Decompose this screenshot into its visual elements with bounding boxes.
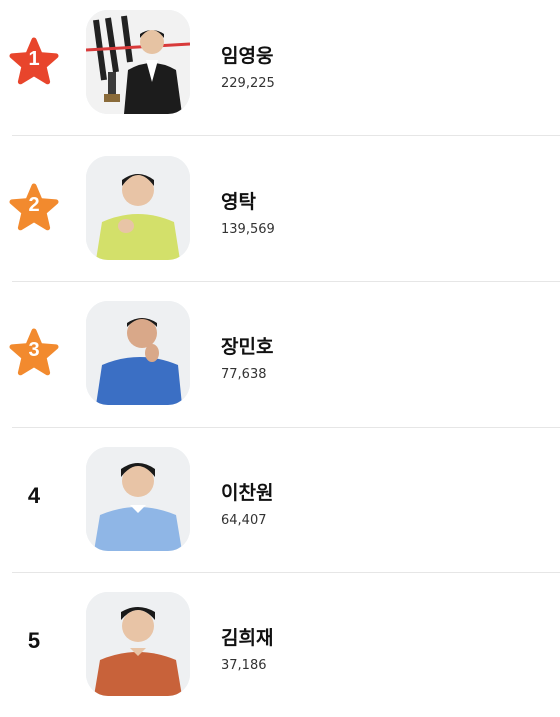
vote-count: 139,569 — [221, 222, 275, 237]
person-photo-icon — [86, 301, 190, 405]
artist-name[interactable]: 이찬원 — [221, 478, 273, 505]
row-divider — [12, 427, 560, 428]
rank-number: 5 — [27, 628, 41, 653]
row-divider — [12, 135, 560, 136]
avatar[interactable] — [86, 592, 190, 696]
avatar[interactable] — [86, 10, 190, 114]
row-divider — [12, 281, 560, 282]
rank-number: 4 — [27, 483, 41, 508]
rank-number: 3 — [28, 339, 40, 361]
person-photo-icon — [86, 10, 190, 114]
rank-number: 1 — [28, 48, 40, 70]
artist-name[interactable]: 장민호 — [221, 332, 273, 359]
ranking-row[interactable]: 1 임영웅 229,225 — [0, 0, 560, 135]
artist-name[interactable]: 김희재 — [221, 623, 273, 650]
ranking-row[interactable]: 2 영탁 139,569 — [0, 136, 560, 281]
avatar[interactable] — [86, 301, 190, 405]
ranking-row[interactable]: 5 김희재 37,186 — [0, 572, 560, 717]
avatar[interactable] — [86, 447, 190, 551]
avatar[interactable] — [86, 156, 190, 260]
vote-count: 77,638 — [221, 367, 267, 382]
row-divider — [12, 572, 560, 573]
person-photo-icon — [86, 447, 190, 551]
vote-count: 64,407 — [221, 513, 267, 528]
vote-count: 229,225 — [221, 76, 275, 91]
person-photo-icon — [86, 592, 190, 696]
person-photo-icon — [86, 156, 190, 260]
artist-name[interactable]: 임영웅 — [221, 41, 273, 68]
vote-count: 37,186 — [221, 658, 267, 673]
ranking-list: 1 임영웅 229,225 2 영탁 139,569 3 장민호 77,638 … — [0, 0, 560, 710]
ranking-row[interactable]: 4 이찬원 64,407 — [0, 427, 560, 572]
ranking-row[interactable]: 3 장민호 77,638 — [0, 281, 560, 426]
artist-name[interactable]: 영탁 — [221, 187, 256, 214]
rank-number: 2 — [28, 194, 40, 216]
